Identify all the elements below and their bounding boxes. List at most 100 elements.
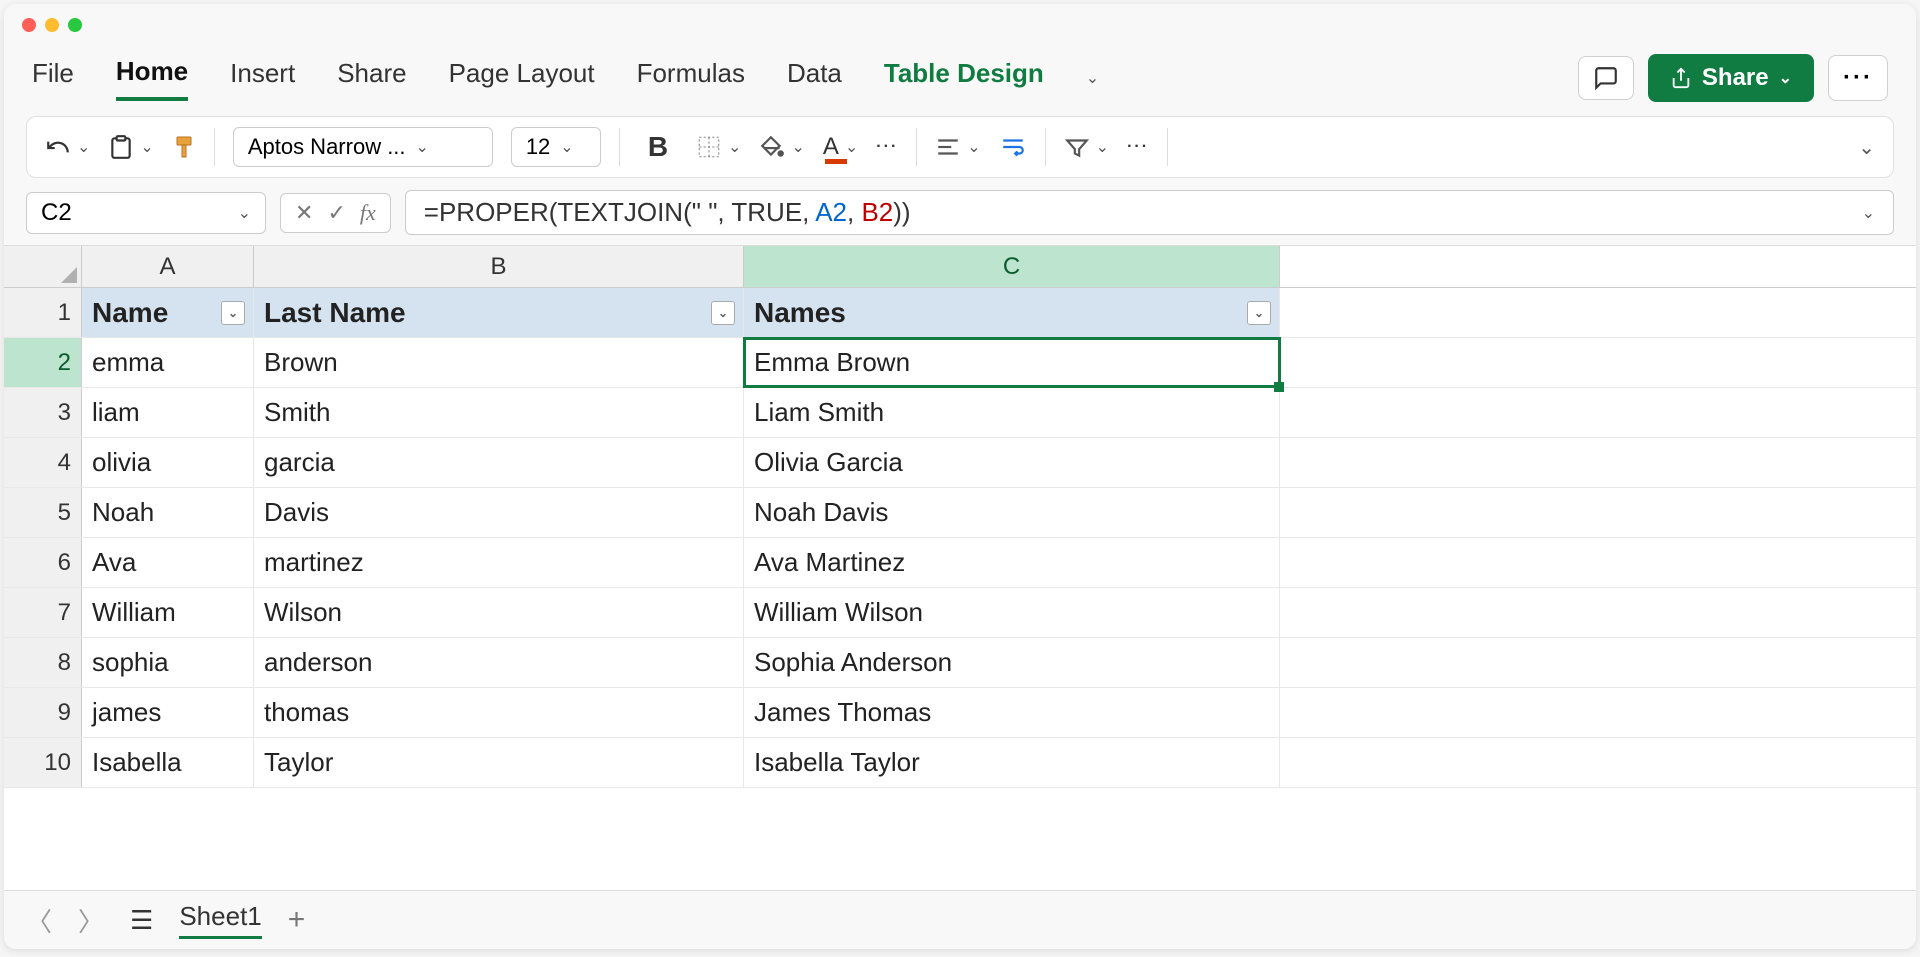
header-cell-name[interactable]: Name ⌄	[82, 288, 254, 337]
row-header-1[interactable]: 1	[4, 288, 82, 337]
cell-a6[interactable]: Ava	[82, 538, 254, 587]
more-font-button[interactable]: ···	[876, 138, 898, 156]
cell-a3[interactable]: liam	[82, 388, 254, 437]
tab-file[interactable]: File	[32, 58, 74, 99]
tab-share[interactable]: Share	[337, 58, 406, 99]
cell-a4[interactable]: olivia	[82, 438, 254, 487]
ribbon-tabs: File Home Insert Share Page Layout Formu…	[4, 46, 1916, 102]
grid-body: 1 Name ⌄ Last Name ⌄ Names ⌄ 2 emma Brow…	[4, 288, 1916, 890]
cell-c6[interactable]: Ava Martinez	[744, 538, 1280, 587]
formula-controls: ✕ ✓ fx	[280, 193, 391, 233]
cell-c3[interactable]: Liam Smith	[744, 388, 1280, 437]
cell-b3[interactable]: Smith	[254, 388, 744, 437]
cell-a9[interactable]: james	[82, 688, 254, 737]
align-button[interactable]: ⌄	[935, 134, 980, 160]
font-size-select[interactable]: 12 ⌄	[511, 127, 601, 167]
cell-a5[interactable]: Noah	[82, 488, 254, 537]
row-header-9[interactable]: 9	[4, 688, 82, 737]
select-all-corner[interactable]	[4, 246, 82, 287]
borders-button[interactable]: ⌄	[696, 134, 741, 160]
name-box[interactable]: C2 ⌄	[26, 192, 266, 234]
more-editing-button[interactable]: ···	[1127, 138, 1149, 156]
cell-b8[interactable]: anderson	[254, 638, 744, 687]
more-tabs-chevron[interactable]: ⌄	[1086, 68, 1099, 88]
maximize-window-button[interactable]	[68, 18, 82, 32]
tab-table-design[interactable]: Table Design	[884, 58, 1044, 99]
share-button[interactable]: Share ⌄	[1648, 54, 1814, 102]
col-header-c[interactable]: C	[744, 246, 1280, 287]
close-window-button[interactable]	[22, 18, 36, 32]
sheet-tab-1[interactable]: Sheet1	[179, 901, 261, 939]
prev-sheet-button[interactable]: 〈	[26, 902, 52, 939]
cell-c7[interactable]: William Wilson	[744, 588, 1280, 637]
accept-formula-button[interactable]: ✓	[327, 200, 345, 226]
row-header-3[interactable]: 3	[4, 388, 82, 437]
filter-dropdown-a[interactable]: ⌄	[221, 301, 245, 325]
table-row: 10 Isabella Taylor Isabella Taylor	[4, 738, 1916, 788]
add-sheet-button[interactable]: +	[288, 903, 306, 937]
cell-b4[interactable]: garcia	[254, 438, 744, 487]
cell-reference: C2	[41, 199, 72, 227]
row-header-2[interactable]: 2	[4, 338, 82, 387]
cell-b9[interactable]: thomas	[254, 688, 744, 737]
home-toolbar: ⌄ ⌄ Aptos Narrow ... ⌄ 12 ⌄ B ⌄ ⌄ A	[26, 116, 1894, 178]
format-painter-button[interactable]	[172, 135, 196, 159]
tab-formulas[interactable]: Formulas	[637, 58, 745, 99]
cell-a10[interactable]: Isabella	[82, 738, 254, 787]
clipboard-button[interactable]: ⌄	[108, 134, 153, 160]
tab-page-layout[interactable]: Page Layout	[449, 58, 595, 99]
bold-button[interactable]: B	[638, 127, 678, 167]
undo-button[interactable]: ⌄	[45, 134, 90, 160]
insert-function-button[interactable]: fx	[360, 200, 376, 226]
minimize-window-button[interactable]	[45, 18, 59, 32]
tab-insert[interactable]: Insert	[230, 58, 295, 99]
cell-b10[interactable]: Taylor	[254, 738, 744, 787]
row-header-4[interactable]: 4	[4, 438, 82, 487]
cell-b7[interactable]: Wilson	[254, 588, 744, 637]
cell-a2[interactable]: emma	[82, 338, 254, 387]
cancel-formula-button[interactable]: ✕	[295, 200, 313, 226]
font-family-select[interactable]: Aptos Narrow ... ⌄	[233, 127, 493, 167]
cell-b6[interactable]: martinez	[254, 538, 744, 587]
formula-bar: C2 ⌄ ✕ ✓ fx =PROPER(TEXTJOIN(" ", TRUE, …	[4, 186, 1916, 245]
row-header-5[interactable]: 5	[4, 488, 82, 537]
table-row: 9 james thomas James Thomas	[4, 688, 1916, 738]
tab-data[interactable]: Data	[787, 58, 842, 99]
next-sheet-button[interactable]: 〉	[78, 902, 104, 939]
row-header-6[interactable]: 6	[4, 538, 82, 587]
sort-filter-button[interactable]: ⌄	[1064, 134, 1109, 160]
header-cell-names[interactable]: Names ⌄	[744, 288, 1280, 337]
cell-c9[interactable]: James Thomas	[744, 688, 1280, 737]
formula-input[interactable]: =PROPER(TEXTJOIN(" ", TRUE, A2, B2)) ⌄	[405, 190, 1894, 235]
cell-c8[interactable]: Sophia Anderson	[744, 638, 1280, 687]
tab-home[interactable]: Home	[116, 56, 188, 101]
header-cell-lastname[interactable]: Last Name ⌄	[254, 288, 744, 337]
row-header-7[interactable]: 7	[4, 588, 82, 637]
row-header-8[interactable]: 8	[4, 638, 82, 687]
cell-b5[interactable]: Davis	[254, 488, 744, 537]
table-row: 5 Noah Davis Noah Davis	[4, 488, 1916, 538]
comments-button[interactable]	[1578, 56, 1634, 100]
collapse-ribbon-button[interactable]: ⌄	[1858, 135, 1875, 160]
fill-handle[interactable]	[1274, 382, 1284, 392]
more-options-button[interactable]: ···	[1828, 55, 1888, 101]
filter-dropdown-c[interactable]: ⌄	[1247, 301, 1271, 325]
cell-b2[interactable]: Brown	[254, 338, 744, 387]
row-header-10[interactable]: 10	[4, 738, 82, 787]
cell-c2[interactable]: Emma Brown	[744, 338, 1280, 387]
cell-c4[interactable]: Olivia Garcia	[744, 438, 1280, 487]
wrap-text-button[interactable]	[999, 134, 1027, 160]
fill-color-button[interactable]: ⌄	[759, 134, 804, 160]
col-header-b[interactable]: B	[254, 246, 744, 287]
cell-a8[interactable]: sophia	[82, 638, 254, 687]
col-header-a[interactable]: A	[82, 246, 254, 287]
table-row: 3 liam Smith Liam Smith	[4, 388, 1916, 438]
column-headers: A B C	[4, 246, 1916, 288]
font-color-button[interactable]: A ⌄	[823, 133, 858, 161]
cell-a7[interactable]: William	[82, 588, 254, 637]
cell-c10[interactable]: Isabella Taylor	[744, 738, 1280, 787]
sheet-tab-bar: 〈 〉 ☰ Sheet1 +	[4, 890, 1916, 949]
cell-c5[interactable]: Noah Davis	[744, 488, 1280, 537]
filter-dropdown-b[interactable]: ⌄	[711, 301, 735, 325]
all-sheets-button[interactable]: ☰	[130, 905, 153, 936]
